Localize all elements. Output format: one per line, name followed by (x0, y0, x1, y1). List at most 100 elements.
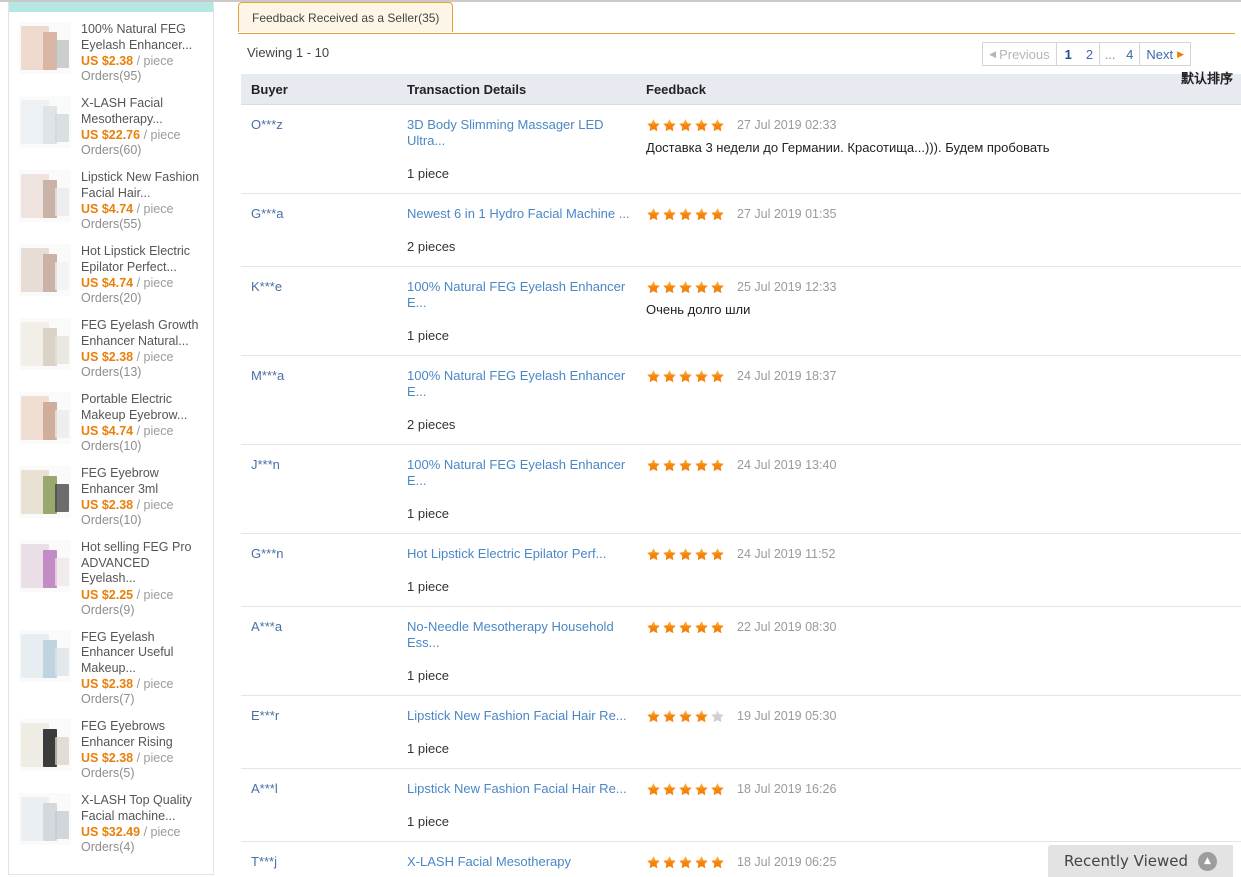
pagination-page-4[interactable]: 4 (1120, 43, 1141, 65)
pagination-page-2[interactable]: 2 (1079, 43, 1101, 65)
star-icon (694, 855, 709, 870)
main-content: Feedback Received as a Seller(35) Viewin… (233, 0, 1241, 877)
tab-strip: Feedback Received as a Seller(35) (238, 0, 1235, 34)
cell-buyer: O***z (241, 104, 397, 194)
star-icon (694, 369, 709, 384)
transaction-quantity: 1 piece (407, 814, 449, 829)
transaction-product-link[interactable]: X-LASH Facial Mesotherapy (407, 854, 636, 870)
recently-viewed-panel[interactable]: Recently Viewed ▲ (1048, 845, 1233, 877)
product-title: Hot selling FEG Pro ADVANCED Eyelash... (81, 540, 192, 585)
product-thumbnail[interactable] (19, 719, 71, 771)
pagination-previous[interactable]: ◀ Previous (983, 43, 1057, 65)
feedback-content: 19 Jul 2019 05:30 (646, 708, 1241, 724)
sidebar-product-item[interactable]: Lipstick New Fashion Facial Hair... US $4… (9, 164, 213, 238)
product-thumbnail[interactable] (19, 540, 71, 592)
sidebar-product-item[interactable]: FEG Eyelash Enhancer Useful Makeup... US … (9, 624, 213, 714)
product-thumbnail[interactable] (19, 392, 71, 444)
transaction-quantity: 1 piece (407, 506, 449, 521)
product-thumbnail[interactable] (19, 22, 71, 74)
pagination-next[interactable]: Next ▶ (1140, 43, 1190, 65)
pagination-ellipsis: ... (1100, 43, 1121, 65)
transaction-product-link[interactable]: 100% Natural FEG Eyelash Enhancer E... (407, 368, 636, 400)
product-info: X-LASH Facial Mesotherapy... US $22.76 / … (81, 96, 207, 158)
product-price: US $4.74 / piece (81, 276, 207, 291)
product-thumbnail[interactable] (19, 793, 71, 845)
product-title: Lipstick New Fashion Facial Hair... (81, 170, 200, 200)
rating-stars (646, 709, 725, 724)
product-price: US $22.76 / piece (81, 128, 207, 143)
product-price-amount: US $4.74 (81, 424, 134, 438)
cell-transaction: X-LASH Facial Mesotherapy (397, 841, 636, 877)
transaction-product-link[interactable]: 3D Body Slimming Massager LED Ultra... (407, 117, 636, 149)
sidebar-product-item[interactable]: FEG Eyebrow Enhancer 3ml US $2.38 / piece… (9, 460, 213, 534)
product-price: US $2.38 / piece (81, 350, 207, 365)
feedback-content: 27 Jul 2019 02:33 Доставка 3 недели до Ге… (646, 117, 1241, 156)
feedback-rating-row: 22 Jul 2019 08:30 (646, 619, 1241, 635)
product-thumbnail[interactable] (19, 96, 71, 148)
transaction-product-link[interactable]: Lipstick New Fashion Facial Hair Re... (407, 708, 636, 724)
sidebar-product-item[interactable]: X-LASH Facial Mesotherapy... US $22.76 / … (9, 90, 213, 164)
star-icon (678, 620, 693, 635)
product-thumbnail[interactable] (19, 170, 71, 222)
product-thumbnail[interactable] (19, 629, 71, 682)
sort-default-label[interactable]: 默认排序 (1181, 68, 1233, 87)
product-price-amount: US $2.25 (81, 587, 134, 602)
feedback-date: 25 Jul 2019 12:33 (737, 280, 837, 294)
product-price-amount: US $4.74 (81, 202, 134, 216)
pagination-page-1[interactable]: 1 (1056, 43, 1080, 65)
product-price-unit: / piece (136, 677, 174, 691)
product-thumbnail[interactable] (19, 466, 71, 518)
cell-buyer: A***l (241, 768, 397, 842)
product-price: US $32.49 / piece (81, 825, 207, 840)
feedback-table-body: O***z 3D Body Slimming Massager LED Ultra… (241, 104, 1241, 877)
transaction-product-link[interactable]: 100% Natural FEG Eyelash Enhancer E... (407, 279, 636, 311)
sidebar-product-item[interactable]: X-LASH Top Quality Facial machine... US $… (9, 787, 213, 861)
sidebar-product-item[interactable]: Hot Lipstick Electric Epilator Perfect..… (9, 238, 213, 312)
product-price-amount: US $2.38 (81, 498, 134, 512)
buyer-name: G***n (251, 546, 284, 561)
sidebar-product-item[interactable]: Hot selling FEG Pro ADVANCED Eyelash... U… (9, 534, 213, 624)
feedback-rating-row: 24 Jul 2019 18:37 (646, 368, 1241, 384)
sidebar-product-item[interactable]: Portable Electric Makeup Eyebrow... US $4… (9, 386, 213, 460)
transaction-product-link[interactable]: Hot Lipstick Electric Epilator Perf... (407, 546, 636, 562)
product-info: FEG Eyelash Enhancer Useful Makeup... US … (81, 630, 207, 708)
cell-buyer: M***a (241, 355, 397, 445)
star-icon (662, 118, 677, 133)
chevron-up-icon[interactable]: ▲ (1198, 851, 1217, 871)
product-orders-count: Orders(20) (81, 291, 142, 305)
pagination-next-label: Next (1146, 46, 1174, 62)
tab-feedback-received-as-seller[interactable]: Feedback Received as a Seller(35) (238, 2, 454, 32)
sidebar-product-item[interactable]: FEG Eyebrows Enhancer Rising US $2.38 / p… (9, 713, 213, 787)
feedback-table: Buyer Transaction Details Feedback O***z… (241, 74, 1241, 877)
product-price-unit: / piece (136, 751, 174, 765)
product-price: US $2.38 / piece (81, 54, 207, 69)
product-info: Hot selling FEG Pro ADVANCED Eyelash... U… (81, 540, 207, 618)
product-title: Portable Electric Makeup Eyebrow... (81, 392, 188, 422)
transaction-product-link[interactable]: Lipstick New Fashion Facial Hair Re... (407, 781, 636, 797)
cell-feedback: 22 Jul 2019 08:30 (636, 606, 1241, 696)
viewing-row: Viewing 1 - 10 ◀ Previous 1 2 ... 4 Next… (241, 34, 1235, 74)
transaction-product-link[interactable]: Newest 6 in 1 Hydro Facial Machine ... (407, 206, 636, 222)
product-thumbnail[interactable] (19, 318, 71, 370)
sidebar-product-item[interactable]: FEG Eyelash Growth Enhancer Natural... US… (9, 312, 213, 386)
feedback-content: 25 Jul 2019 12:33 Очень долго шли (646, 279, 1241, 318)
feedback-content: 24 Jul 2019 11:52 (646, 546, 1241, 562)
product-price-amount: US $2.38 (81, 54, 134, 68)
feedback-content: 27 Jul 2019 01:35 (646, 206, 1241, 222)
product-orders-count: Orders(5) (81, 766, 135, 780)
sidebar-product-item[interactable]: 100% Natural FEG Eyelash Enhancer... US $… (9, 16, 213, 90)
table-row: A***a No-Needle Mesotherapy Household Ess… (241, 606, 1241, 696)
table-header-row: Buyer Transaction Details Feedback (241, 74, 1241, 105)
feedback-table-head: Buyer Transaction Details Feedback (241, 74, 1241, 105)
product-thumbnail[interactable] (19, 244, 71, 296)
buyer-name: A***a (251, 619, 283, 634)
product-title: FEG Eyebrow Enhancer 3ml (81, 466, 159, 496)
star-icon (646, 207, 661, 222)
transaction-product-link[interactable]: 100% Natural FEG Eyelash Enhancer E... (407, 457, 636, 489)
star-icon (646, 458, 661, 473)
product-price: US $4.74 / piece (81, 424, 207, 439)
transaction-product-link[interactable]: No-Needle Mesotherapy Household Ess... (407, 619, 636, 651)
cell-transaction: 100% Natural FEG Eyelash Enhancer E... 1 … (397, 444, 636, 534)
cell-transaction: 3D Body Slimming Massager LED Ultra... 1 … (397, 104, 636, 194)
product-info: Hot Lipstick Electric Epilator Perfect..… (81, 244, 207, 306)
